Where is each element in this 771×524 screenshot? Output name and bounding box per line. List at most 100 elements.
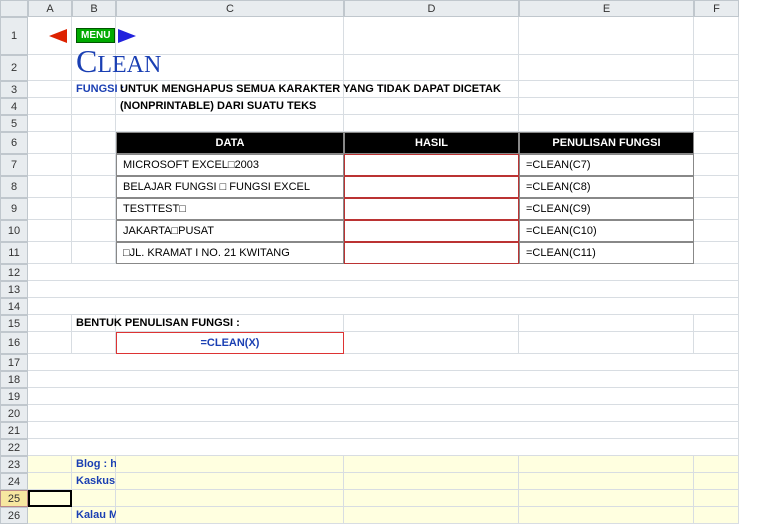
cell-formula-2[interactable]: =CLEAN(C9): [519, 198, 694, 220]
row-header-6[interactable]: 6: [0, 132, 28, 154]
cell-f24[interactable]: [694, 473, 739, 490]
row-header-13[interactable]: 13: [0, 281, 28, 298]
cell-a25[interactable]: [28, 490, 72, 507]
cell-a3[interactable]: [28, 81, 72, 98]
cell-f25[interactable]: [694, 490, 739, 507]
cell-d1[interactable]: [344, 17, 519, 55]
col-header-a[interactable]: A: [28, 0, 72, 17]
cell-c4[interactable]: (NONPRINTABLE) DARI SUATU TEKS: [116, 98, 344, 115]
col-header-d[interactable]: D: [344, 0, 519, 17]
cell-f5[interactable]: [694, 115, 739, 132]
select-all-corner[interactable]: [0, 0, 28, 17]
cell-e25[interactable]: [519, 490, 694, 507]
cell-formula-0[interactable]: =CLEAN(C7): [519, 154, 694, 176]
row-header-14[interactable]: 14: [0, 298, 28, 315]
cell-row19[interactable]: [28, 388, 739, 405]
row-header-8[interactable]: 8: [0, 176, 28, 198]
cell-a7[interactable]: [28, 154, 72, 176]
row-header-12[interactable]: 12: [0, 264, 28, 281]
cell-f6[interactable]: [694, 132, 739, 154]
cell-row22[interactable]: [28, 439, 739, 456]
row-header-7[interactable]: 7: [0, 154, 28, 176]
cell-b6[interactable]: [72, 132, 116, 154]
cell-b4[interactable]: [72, 98, 116, 115]
cell-c3[interactable]: UNTUK MENGHAPUS SEMUA KARAKTER YANG TIDA…: [116, 81, 344, 98]
cell-b2[interactable]: CLEAN: [72, 55, 116, 81]
cell-f15[interactable]: [694, 315, 739, 332]
cell-a6[interactable]: [28, 132, 72, 154]
cell-a8[interactable]: [28, 176, 72, 198]
col-header-e[interactable]: E: [519, 0, 694, 17]
cell-c15[interactable]: [116, 315, 344, 332]
row-header-15[interactable]: 15: [0, 315, 28, 332]
cell-c5[interactable]: [116, 115, 344, 132]
cell-a23[interactable]: [28, 456, 72, 473]
cell-e15[interactable]: [519, 315, 694, 332]
cell-e24[interactable]: [519, 473, 694, 490]
cell-f23[interactable]: [694, 456, 739, 473]
cell-data-4[interactable]: □JL. KRAMAT I NO. 21 KWITANG: [116, 242, 344, 264]
row-header-4[interactable]: 4: [0, 98, 28, 115]
cell-f9[interactable]: [694, 198, 739, 220]
col-header-b[interactable]: B: [72, 0, 116, 17]
cell-b23[interactable]: Blog : http://romisatria.blogspot.com: [72, 456, 116, 473]
cell-row21[interactable]: [28, 422, 739, 439]
row-header-19[interactable]: 19: [0, 388, 28, 405]
cell-row20[interactable]: [28, 405, 739, 422]
cell-b8[interactable]: [72, 176, 116, 198]
cell-formula-1[interactable]: =CLEAN(C8): [519, 176, 694, 198]
cell-d23[interactable]: [344, 456, 519, 473]
cell-d4[interactable]: [344, 98, 519, 115]
cell-b7[interactable]: [72, 154, 116, 176]
row-header-20[interactable]: 20: [0, 405, 28, 422]
cell-b11[interactable]: [72, 242, 116, 264]
row-header-25[interactable]: 25: [0, 490, 28, 507]
cell-row12[interactable]: [28, 264, 739, 281]
cell-hasil-1[interactable]: [344, 176, 519, 198]
cell-f4[interactable]: [694, 98, 739, 115]
cell-f1[interactable]: [694, 17, 739, 55]
cell-f16[interactable]: [694, 332, 739, 354]
cell-b15[interactable]: BENTUK PENULISAN FUNGSI :: [72, 315, 116, 332]
menu-button[interactable]: MENU: [76, 28, 115, 43]
row-header-5[interactable]: 5: [0, 115, 28, 132]
row-header-1[interactable]: 1: [0, 17, 28, 55]
cell-b3[interactable]: FUNGSI :: [72, 81, 116, 98]
cell-d24[interactable]: [344, 473, 519, 490]
cell-b5[interactable]: [72, 115, 116, 132]
cell-hasil-2[interactable]: [344, 198, 519, 220]
row-header-2[interactable]: 2: [0, 55, 28, 81]
row-header-23[interactable]: 23: [0, 456, 28, 473]
row-header-9[interactable]: 9: [0, 198, 28, 220]
syntax-box[interactable]: =CLEAN(X): [116, 332, 344, 354]
cell-a4[interactable]: [28, 98, 72, 115]
cell-data-3[interactable]: JAKARTA□PUSAT: [116, 220, 344, 242]
th-hasil[interactable]: HASIL: [344, 132, 519, 154]
cell-row14[interactable]: [28, 298, 739, 315]
cell-e4[interactable]: [519, 98, 694, 115]
cell-b24[interactable]: Kaskus : romisatria: [72, 473, 116, 490]
cell-data-1[interactable]: BELAJAR FUNGSI □ FUNGSI EXCEL: [116, 176, 344, 198]
row-header-16[interactable]: 16: [0, 332, 28, 354]
cell-a11[interactable]: [28, 242, 72, 264]
cell-f10[interactable]: [694, 220, 739, 242]
cell-e16[interactable]: [519, 332, 694, 354]
cell-e3[interactable]: [519, 81, 694, 98]
cell-a5[interactable]: [28, 115, 72, 132]
cell-c25[interactable]: [116, 490, 344, 507]
cell-d3[interactable]: [344, 81, 519, 98]
cell-f11[interactable]: [694, 242, 739, 264]
row-header-21[interactable]: 21: [0, 422, 28, 439]
cell-f3[interactable]: [694, 81, 739, 98]
cell-a1[interactable]: [28, 17, 72, 55]
cell-b10[interactable]: [72, 220, 116, 242]
cell-d16[interactable]: [344, 332, 519, 354]
cell-c23[interactable]: [116, 456, 344, 473]
cell-b25[interactable]: [72, 490, 116, 507]
col-header-f[interactable]: F: [694, 0, 739, 17]
cell-d5[interactable]: [344, 115, 519, 132]
cell-b16[interactable]: [72, 332, 116, 354]
th-penulisan[interactable]: PENULISAN FUNGSI: [519, 132, 694, 154]
cell-e23[interactable]: [519, 456, 694, 473]
cell-e1[interactable]: [519, 17, 694, 55]
